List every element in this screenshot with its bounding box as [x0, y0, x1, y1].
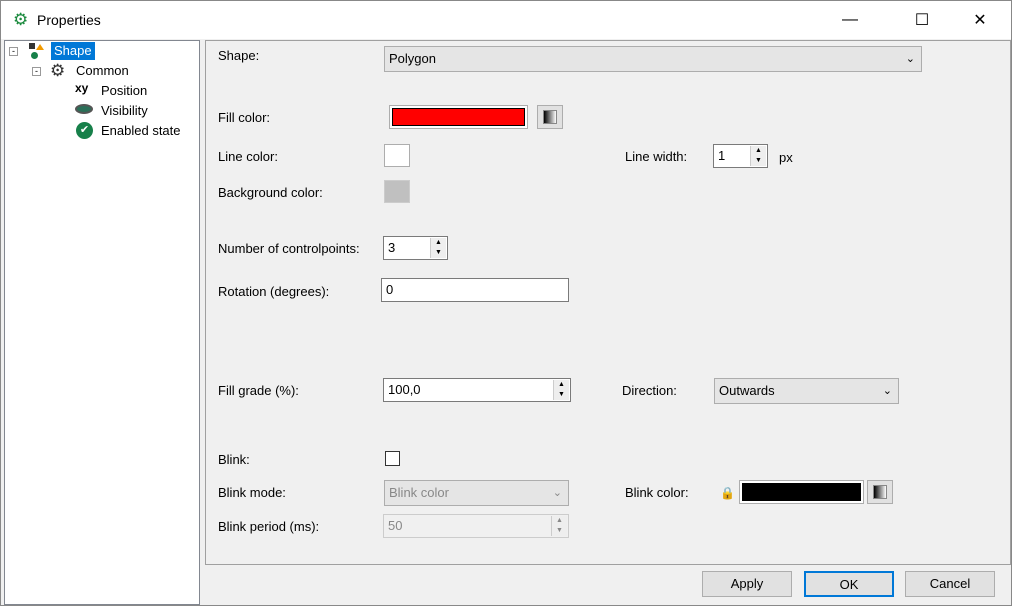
fill-color-label: Fill color: [218, 110, 271, 125]
rotation-input[interactable]: 0 [381, 278, 569, 302]
controlpoints-label: Number of controlpoints: [218, 241, 360, 256]
category-tree: - Shape - ⚙ Common xy Position Visibilit… [4, 40, 200, 605]
lock-icon: 🔒 [720, 486, 735, 500]
direction-select[interactable]: Outwards ⌄ [714, 378, 899, 404]
close-button[interactable]: ✕ [957, 1, 1003, 39]
spinner-arrows[interactable]: ▲ ▼ [430, 238, 446, 258]
fill-grade-input[interactable]: 100,0 ▲ ▼ [383, 378, 571, 402]
spinner-arrows[interactable]: ▲ ▼ [553, 380, 569, 400]
background-color-picker[interactable] [384, 180, 410, 203]
tree-item-enabled-state[interactable]: Enabled state [98, 122, 184, 140]
rotation-label: Rotation (degrees): [218, 284, 330, 299]
line-color-label: Line color: [218, 149, 278, 164]
eye-icon [75, 104, 93, 114]
tree-item-position[interactable]: Position [98, 82, 150, 100]
shape-select[interactable]: Polygon ⌄ [384, 46, 922, 72]
fill-gradient-button[interactable] [537, 105, 563, 129]
minimize-button[interactable]: — [827, 1, 873, 39]
direction-value: Outwards [719, 383, 775, 398]
blink-mode-value: Blink color [389, 485, 449, 500]
xy-icon: xy [75, 81, 89, 95]
fill-grade-label: Fill grade (%): [218, 383, 299, 398]
shape-icon [27, 43, 44, 59]
maximize-button[interactable]: ☐ [899, 1, 945, 39]
line-color-picker[interactable] [384, 144, 410, 167]
tree-item-shape[interactable]: Shape [51, 42, 95, 60]
direction-label: Direction: [622, 383, 677, 398]
cancel-button[interactable]: Cancel [905, 571, 995, 597]
collapse-icon[interactable]: - [32, 67, 41, 76]
title-bar: ⚙ Properties — ☐ ✕ [1, 1, 1011, 39]
properties-panel: Shape: Polygon ⌄ Fill color: Line color: … [205, 40, 1011, 565]
shape-label: Shape: [218, 48, 260, 63]
gradient-icon [543, 110, 557, 124]
spinner-arrows[interactable]: ▲ ▼ [551, 516, 567, 536]
blink-checkbox[interactable] [385, 451, 400, 466]
blink-period-label: Blink period (ms): [218, 519, 320, 534]
blink-color-label: Blink color: [625, 485, 689, 500]
chevron-down-icon: ⌄ [882, 385, 892, 397]
blink-gradient-button[interactable] [867, 480, 893, 504]
check-circle-icon: ✔ [76, 122, 93, 139]
gear-icon: ⚙ [50, 61, 66, 80]
controlpoints-input[interactable]: 3 ▲ ▼ [383, 236, 448, 260]
chevron-down-icon: ⌄ [552, 487, 562, 499]
line-width-input[interactable]: 1 ▲ ▼ [713, 144, 768, 168]
gear-icon: ⚙ [13, 10, 29, 29]
spinner-arrows[interactable]: ▲ ▼ [750, 146, 766, 166]
properties-window: ⚙ Properties — ☐ ✕ - Shape - ⚙ Common xy… [0, 0, 1012, 606]
blink-period-input[interactable]: 50 ▲ ▼ [383, 514, 569, 538]
blink-label: Blink: [218, 452, 250, 467]
collapse-icon[interactable]: - [9, 47, 18, 56]
chevron-down-icon: ⌄ [905, 53, 915, 65]
line-width-unit: px [779, 150, 793, 165]
blink-mode-label: Blink mode: [218, 485, 286, 500]
ok-button[interactable]: OK [804, 571, 894, 597]
tree-item-common[interactable]: Common [73, 62, 132, 80]
shape-value: Polygon [389, 51, 436, 66]
gradient-icon [873, 485, 887, 499]
background-color-label: Background color: [218, 185, 323, 200]
fill-color-picker[interactable] [389, 105, 528, 129]
blink-color-picker[interactable] [739, 480, 864, 504]
tree-item-visibility[interactable]: Visibility [98, 102, 151, 120]
window-title: Properties [37, 12, 101, 28]
line-width-label: Line width: [625, 149, 688, 164]
blink-mode-select[interactable]: Blink color ⌄ [384, 480, 569, 506]
apply-button[interactable]: Apply [702, 571, 792, 597]
